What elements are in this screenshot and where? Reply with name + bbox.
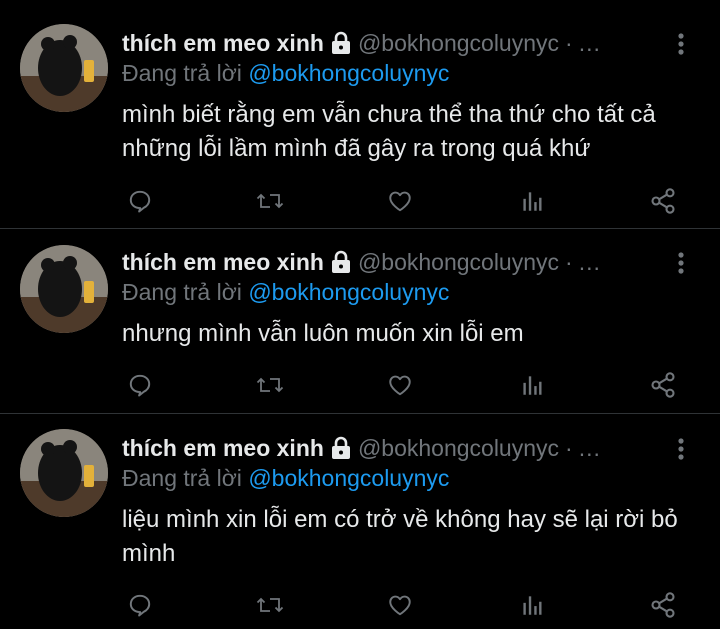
- bear-avatar-image: [20, 429, 108, 517]
- truncation-ellipsis: ...: [578, 434, 601, 461]
- avatar[interactable]: [20, 245, 108, 333]
- separator-dot: ·: [565, 248, 573, 275]
- avatar[interactable]: [20, 24, 108, 112]
- reply-to-handle[interactable]: @bokhongcoluynyc: [248, 279, 449, 305]
- comment-icon[interactable]: [125, 590, 155, 620]
- tweet-divider: [0, 413, 720, 414]
- tweet[interactable]: thích em meo xinh @bokhongcoluynyc · ...…: [0, 245, 720, 407]
- avatar[interactable]: [20, 429, 108, 517]
- analytics-icon[interactable]: [516, 590, 546, 620]
- separator-dot: ·: [565, 434, 573, 461]
- user-handle[interactable]: @bokhongcoluynyc: [358, 435, 559, 462]
- share-icon[interactable]: [648, 590, 678, 620]
- heart-icon[interactable]: [385, 186, 415, 216]
- more-vertical-icon[interactable]: [676, 251, 686, 280]
- display-name[interactable]: thích em meo xinh: [122, 435, 324, 462]
- reply-to-handle[interactable]: @bokhongcoluynyc: [248, 60, 449, 86]
- reply-prefix: Đang trả lời: [122, 465, 242, 491]
- lock-icon: [330, 436, 352, 460]
- user-handle[interactable]: @bokhongcoluynyc: [358, 30, 559, 57]
- bear-avatar-image: [20, 245, 108, 333]
- reply-prefix: Đang trả lời: [122, 279, 242, 305]
- truncation-ellipsis: ...: [578, 248, 601, 275]
- more-vertical-icon[interactable]: [676, 32, 686, 61]
- comment-icon[interactable]: [125, 370, 155, 400]
- comment-icon[interactable]: [125, 186, 155, 216]
- reply-prefix: Đang trả lời: [122, 60, 242, 86]
- more-vertical-icon[interactable]: [676, 437, 686, 466]
- tweet-text: liệu mình xin lỗi em có trở về không hay…: [122, 506, 678, 567]
- heart-icon[interactable]: [385, 590, 415, 620]
- lock-icon: [330, 250, 352, 274]
- reply-to-handle[interactable]: @bokhongcoluynyc: [248, 465, 449, 491]
- tweet-text: mình biết rằng em vẫn chưa thể tha thứ c…: [122, 101, 656, 162]
- reply-context: Đang trả lời @bokhongcoluynyc: [122, 60, 449, 87]
- heart-icon[interactable]: [385, 370, 415, 400]
- analytics-icon[interactable]: [516, 186, 546, 216]
- reply-context: Đang trả lời @bokhongcoluynyc: [122, 279, 449, 306]
- retweet-icon[interactable]: [255, 590, 285, 620]
- tweet[interactable]: thích em meo xinh @bokhongcoluynyc · ...…: [0, 429, 720, 629]
- reply-context: Đang trả lời @bokhongcoluynyc: [122, 465, 449, 492]
- share-icon[interactable]: [648, 186, 678, 216]
- display-name[interactable]: thích em meo xinh: [122, 30, 324, 57]
- lock-icon: [330, 31, 352, 55]
- separator-dot: ·: [565, 29, 573, 56]
- tweet-divider: [0, 228, 720, 229]
- display-name[interactable]: thích em meo xinh: [122, 249, 324, 276]
- retweet-icon[interactable]: [255, 186, 285, 216]
- tweet[interactable]: thích em meo xinh @bokhongcoluynyc · ...…: [0, 24, 720, 218]
- user-handle[interactable]: @bokhongcoluynyc: [358, 249, 559, 276]
- tweet-text: nhưng mình vẫn luôn muốn xin lỗi em: [122, 320, 524, 347]
- retweet-icon[interactable]: [255, 370, 285, 400]
- bear-avatar-image: [20, 24, 108, 112]
- analytics-icon[interactable]: [516, 370, 546, 400]
- truncation-ellipsis: ...: [578, 29, 601, 56]
- share-icon[interactable]: [648, 370, 678, 400]
